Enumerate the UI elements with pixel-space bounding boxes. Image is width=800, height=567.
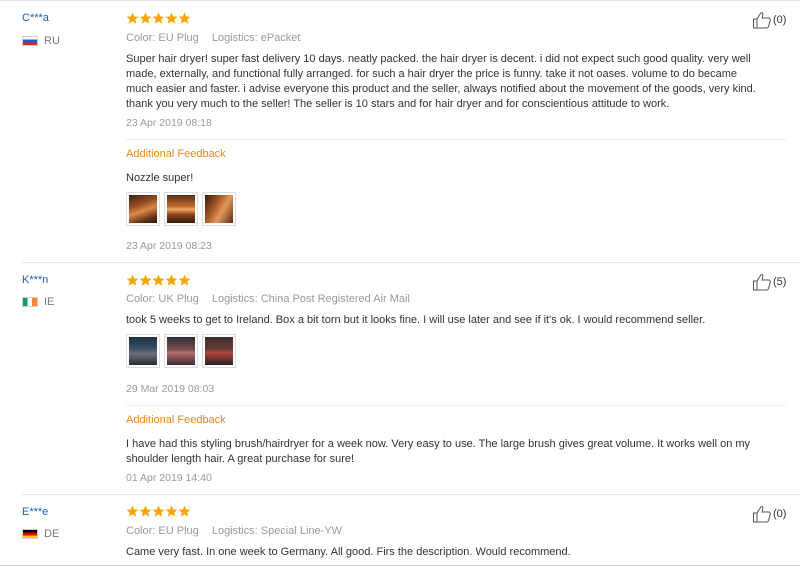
star-icon: [165, 12, 178, 24]
color-attribute: Color: EU Plug: [126, 32, 199, 44]
additional-feedback-text: Nozzle super!: [126, 172, 194, 184]
additional-feedback-text: I have had this styling brush/hairdryer …: [126, 438, 751, 465]
star-icon: [139, 505, 152, 517]
review-photo[interactable]: [164, 192, 198, 226]
review-photo[interactable]: [164, 334, 198, 368]
thumbs-up-icon: [753, 12, 771, 29]
additional-feedback-date: 23 Apr 2019 08:23: [126, 240, 212, 252]
star-icon: [152, 12, 165, 24]
helpful-button[interactable]: (0): [752, 505, 786, 523]
review-divider: [22, 494, 800, 495]
review-text: Came very fast. In one week to Germany. …: [126, 546, 571, 558]
top-border: [0, 0, 800, 1]
bottom-border: [0, 565, 800, 566]
russia-flag-icon: [22, 36, 38, 46]
star-rating: [126, 274, 191, 287]
review-attributes: Color: UK Plug Logistics: China Post Reg…: [126, 293, 410, 305]
reviewer-country: DE: [22, 528, 59, 540]
review-photos: [126, 192, 240, 226]
star-icon: [152, 505, 165, 517]
helpful-count: (5): [773, 276, 787, 288]
star-icon: [178, 12, 191, 24]
reviewer-name[interactable]: C***a: [22, 12, 49, 24]
thumbs-up-icon: [753, 274, 771, 291]
review-attributes: Color: EU Plug Logistics: Special Line-Y…: [126, 525, 342, 537]
star-icon: [139, 12, 152, 24]
star-icon: [126, 12, 139, 24]
reviewer-name[interactable]: K***n: [22, 274, 48, 286]
divider: [126, 139, 786, 140]
logistics-attribute: Logistics: China Post Registered Air Mai…: [211, 293, 410, 305]
helpful-button[interactable]: (0): [752, 11, 786, 29]
star-icon: [165, 505, 178, 517]
additional-feedback-date: 01 Apr 2019 14:40: [126, 472, 212, 484]
review-divider: [22, 262, 800, 263]
thumbs-up-icon: [753, 506, 771, 523]
helpful-button[interactable]: (5): [752, 273, 786, 291]
star-icon: [126, 505, 139, 517]
reviewer-country: IE: [22, 296, 54, 308]
helpful-count: (0): [773, 14, 787, 26]
review-photo[interactable]: [202, 192, 236, 226]
divider: [126, 405, 786, 406]
star-icon: [126, 274, 139, 286]
review-date: 23 Apr 2019 08:18: [126, 117, 212, 129]
star-icon: [178, 505, 191, 517]
additional-feedback-label: Additional Feedback: [126, 414, 226, 426]
review-photo[interactable]: [126, 334, 160, 368]
color-attribute: Color: EU Plug: [126, 525, 199, 537]
ireland-flag-icon: [22, 297, 38, 307]
germany-flag-icon: [22, 529, 38, 539]
review-text: took 5 weeks to get to Ireland. Box a bi…: [126, 314, 706, 326]
helpful-count: (0): [773, 508, 787, 520]
logistics-attribute: Logistics: Special Line-YW: [211, 525, 343, 537]
country-code: DE: [44, 528, 60, 540]
country-code: RU: [44, 35, 60, 47]
star-rating: [126, 505, 191, 518]
star-icon: [165, 274, 178, 286]
color-attribute: Color: UK Plug: [126, 293, 199, 305]
star-icon: [152, 274, 165, 286]
review-photo[interactable]: [126, 192, 160, 226]
additional-feedback-label: Additional Feedback: [126, 148, 226, 160]
review-text: Super hair dryer! super fast delivery 10…: [126, 53, 756, 110]
country-code: IE: [44, 296, 55, 308]
logistics-attribute: Logistics: ePacket: [211, 32, 301, 44]
reviewer-name[interactable]: E***e: [22, 506, 48, 518]
star-icon: [178, 274, 191, 286]
review-date: 29 Mar 2019 08:03: [126, 383, 215, 395]
star-rating: [126, 12, 191, 25]
review-attributes: Color: EU Plug Logistics: ePacket: [126, 32, 300, 44]
review-photo[interactable]: [202, 334, 236, 368]
reviewer-country: RU: [22, 35, 60, 47]
review-photos: [126, 334, 240, 368]
star-icon: [139, 274, 152, 286]
